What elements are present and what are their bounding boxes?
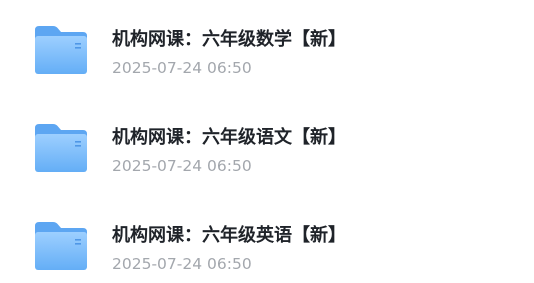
folder-icon bbox=[33, 24, 89, 76]
file-name: 机构网课：六年级英语【新】 bbox=[112, 225, 346, 246]
list-item[interactable]: 机构网课：六年级语文【新】 2025-07-24 06:50 bbox=[0, 110, 534, 190]
folder-icon bbox=[33, 220, 89, 272]
file-timestamp: 2025-07-24 06:50 bbox=[112, 59, 252, 77]
file-timestamp: 2025-07-24 06:50 bbox=[112, 157, 252, 175]
folder-icon bbox=[33, 122, 89, 174]
file-list: 机构网课：六年级数学【新】 2025-07-24 06:50 机构网课：六年级语… bbox=[0, 0, 534, 283]
file-name: 机构网课：六年级数学【新】 bbox=[112, 29, 346, 50]
list-item[interactable]: 机构网课：六年级数学【新】 2025-07-24 06:50 bbox=[0, 12, 534, 92]
list-item[interactable]: 机构网课：六年级英语【新】 2025-07-24 06:50 bbox=[0, 208, 534, 283]
file-name: 机构网课：六年级语文【新】 bbox=[112, 127, 346, 148]
file-timestamp: 2025-07-24 06:50 bbox=[112, 255, 252, 273]
